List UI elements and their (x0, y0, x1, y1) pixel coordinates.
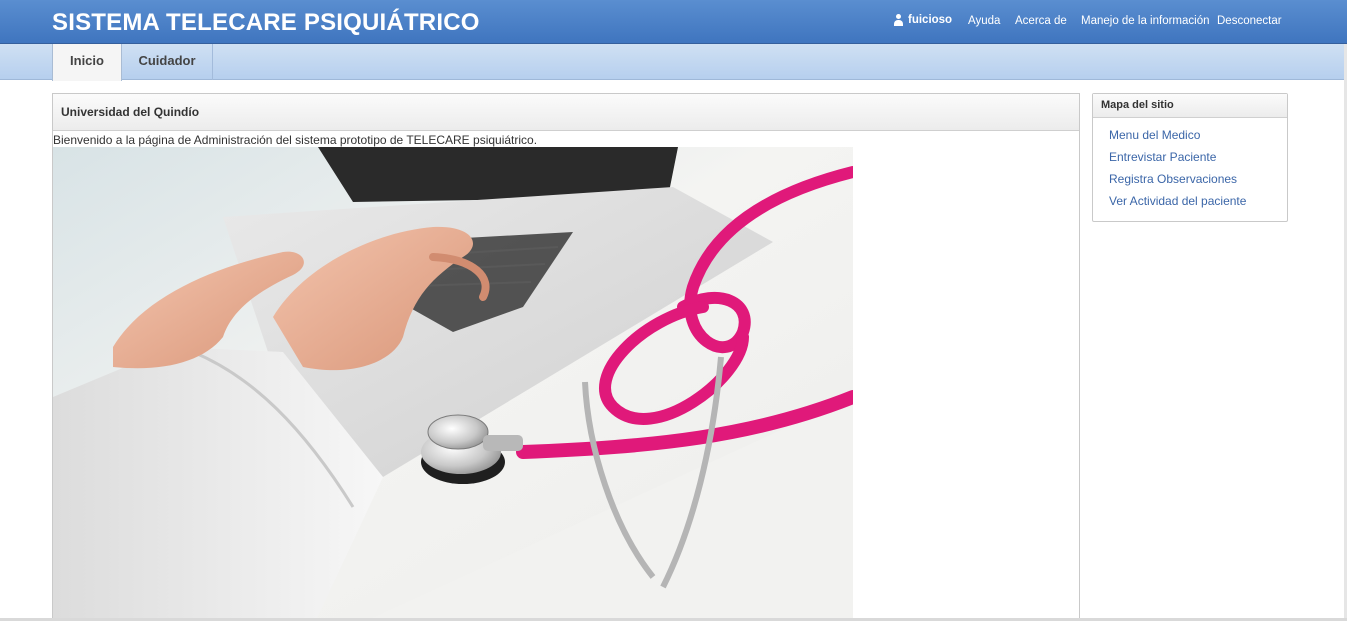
list-item: Registra Observaciones (1109, 171, 1287, 193)
main-panel: Universidad del Quindío Bienvenido a la … (52, 93, 1080, 621)
site-map-title: Mapa del sitio (1093, 94, 1287, 118)
tab-inicio[interactable]: Inicio (52, 44, 122, 81)
tab-bar: Inicio Cuidador (0, 44, 1347, 81)
hero-image (53, 147, 853, 621)
link-entrevistar-paciente[interactable]: Entrevistar Paciente (1109, 150, 1216, 164)
link-ver-actividad-paciente[interactable]: Ver Actividad del paciente (1109, 194, 1246, 208)
site-map-list: Menu del Medico Entrevistar Paciente Reg… (1093, 118, 1287, 215)
welcome-text: Bienvenido a la página de Administración… (53, 133, 538, 147)
nav-info-management-link[interactable]: Manejo de la información (1081, 15, 1210, 27)
top-header: SISTEMA TELECARE PSIQUIÁTRICO fuicioso A… (0, 0, 1347, 44)
nav-logout-link[interactable]: Desconectar (1217, 15, 1282, 27)
top-nav: Ayuda Acerca de Manejo de la información… (0, 0, 1347, 44)
tab-cuidador[interactable]: Cuidador (122, 44, 213, 80)
main-panel-title: Universidad del Quindío (53, 94, 1079, 131)
nav-help-link[interactable]: Ayuda (968, 15, 1000, 27)
list-item: Entrevistar Paciente (1109, 149, 1287, 171)
list-item: Menu del Medico (1109, 127, 1287, 149)
doctor-laptop-stethoscope-illustration (53, 147, 853, 621)
nav-about-link[interactable]: Acerca de (1015, 15, 1067, 27)
site-map-panel: Mapa del sitio Menu del Medico Entrevist… (1092, 93, 1288, 222)
link-registra-observaciones[interactable]: Registra Observaciones (1109, 172, 1237, 186)
list-item: Ver Actividad del paciente (1109, 193, 1287, 215)
link-menu-del-medico[interactable]: Menu del Medico (1109, 128, 1200, 142)
